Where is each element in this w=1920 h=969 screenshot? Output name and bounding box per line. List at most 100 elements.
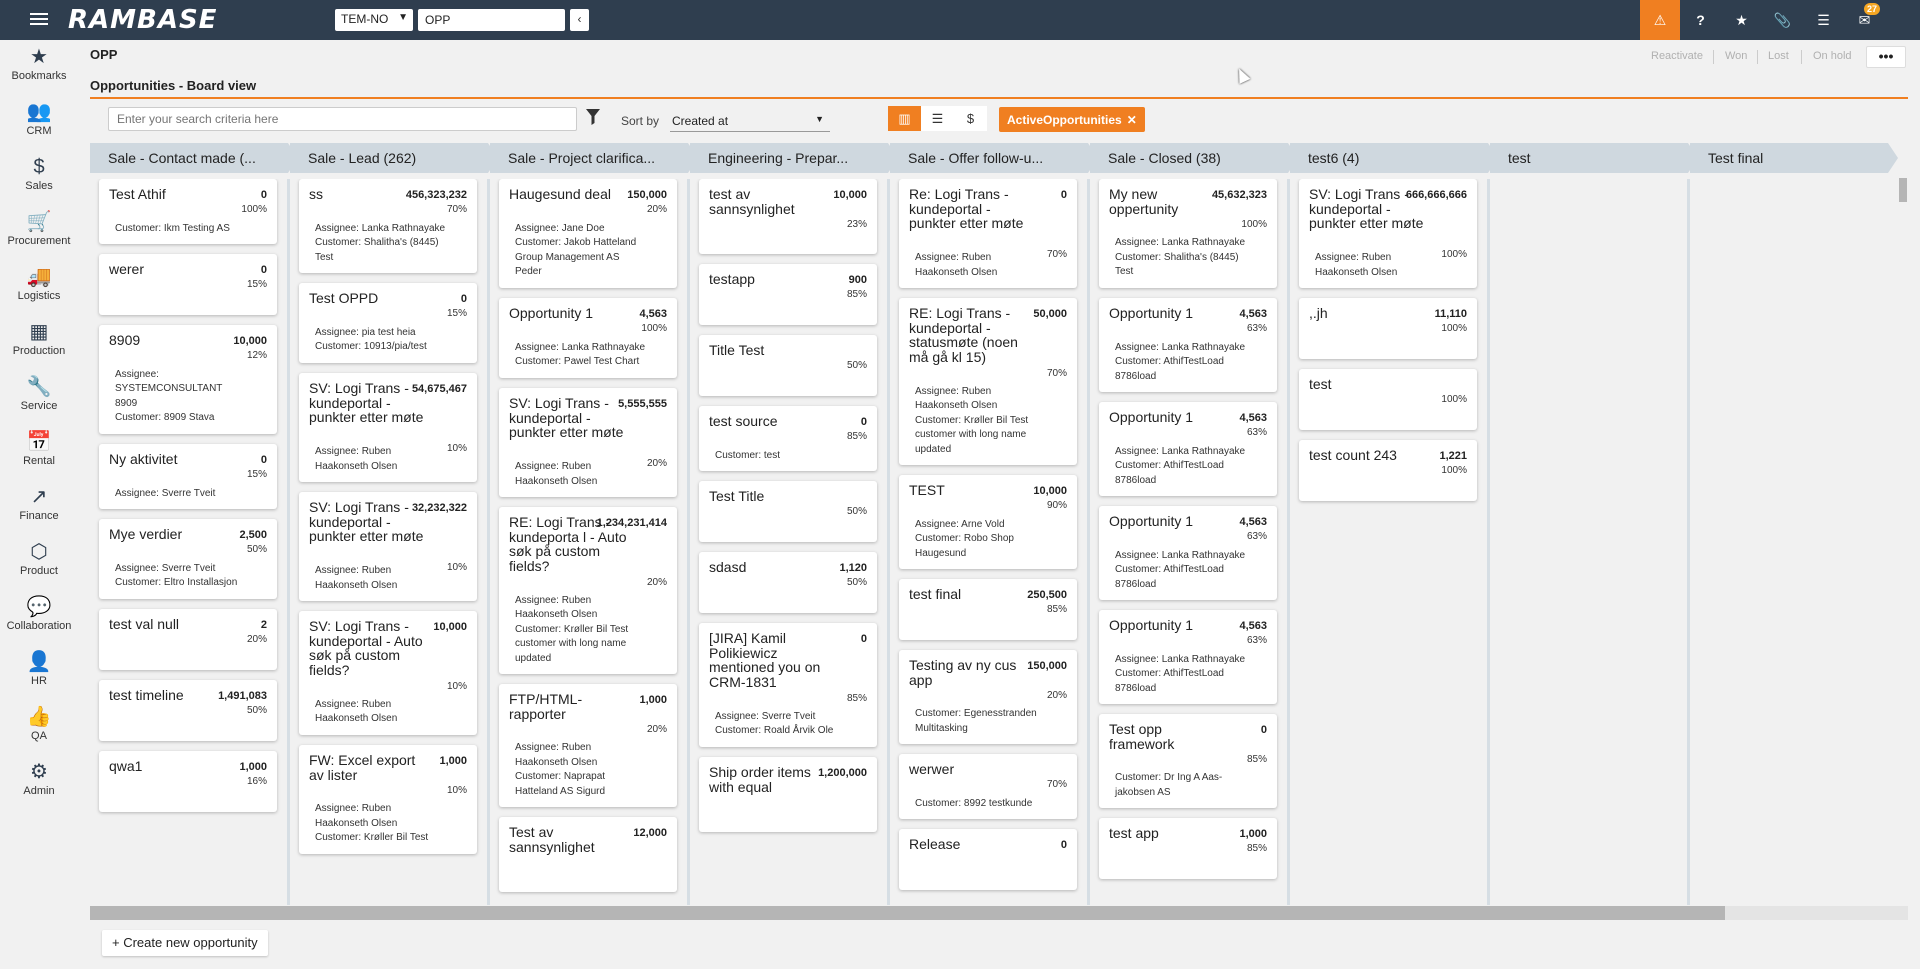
opportunity-card[interactable]: Opportunity 1 4,563 100% Assignee: Lanka Ra…	[499, 298, 677, 378]
opportunity-card[interactable]: Ship order items with equal 1,200,000	[699, 757, 877, 833]
card-details: Assignee: SYSTEMCONSULTANT 8909 Customer:…	[109, 368, 247, 426]
opportunity-card[interactable]: werwer 70% Customer: 8992 testkunde	[899, 754, 1077, 820]
card-spacer	[709, 429, 867, 449]
active-filter-chip[interactable]: ActiveOpportunities ✕	[999, 107, 1145, 132]
opportunity-card[interactable]: ,.jh 11,110 100%	[1299, 298, 1477, 359]
sidebar-item-finance[interactable]: ↗ Finance	[0, 484, 78, 538]
opportunity-card[interactable]: My new oppertunity 45,632,323 100% Assignee…	[1099, 179, 1277, 288]
vertical-scrollbar-thumb[interactable]	[1899, 178, 1907, 202]
opportunity-card[interactable]: Opportunity 1 4,563 63% Assignee: Lanka Rat…	[1099, 610, 1277, 705]
sidebar-item-bookmarks[interactable]: ★ Bookmarks	[0, 44, 78, 98]
lost-button[interactable]: Lost	[1768, 50, 1789, 62]
company-select[interactable]: TEM-NO ▼	[335, 9, 413, 31]
paperclip-icon[interactable]: 📎	[1762, 0, 1803, 40]
card-details: Assignee: Ruben Haakonseth Olsen	[509, 460, 647, 489]
sort-select[interactable]: Created at ▼	[670, 110, 830, 132]
card-amount: 150,000	[627, 189, 667, 201]
on-hold-button[interactable]: On hold	[1813, 50, 1852, 62]
opportunity-card[interactable]: 8909 10,000 12% Assignee: SYSTEMCONSULTANT …	[99, 325, 277, 434]
opportunity-card[interactable]: RE: Logi Trans - kundeporta l - Auto søk…	[499, 507, 677, 675]
list-icon[interactable]: ☰	[1803, 0, 1844, 40]
star-icon[interactable]: ★	[1721, 0, 1762, 40]
opportunity-card[interactable]: Test opp framework 0 85% Customer: Dr Ing A…	[1099, 714, 1277, 809]
sidebar-item-admin[interactable]: ⚙ Admin	[0, 759, 78, 813]
opportunity-card[interactable]: werer 0 15%	[99, 254, 277, 315]
sidebar-item-qa[interactable]: 👍 QA	[0, 704, 78, 758]
column-header[interactable]: Engineering - Prepar...	[690, 143, 898, 173]
value-view-button[interactable]: $	[954, 106, 987, 131]
opportunity-card[interactable]: SV: Logi Trans - kundeportal - Auto søk …	[299, 611, 477, 735]
opportunity-card[interactable]: test timeline 1,491,083 50%	[99, 680, 277, 741]
card-probability: 20%	[646, 204, 667, 215]
opportunity-card[interactable]: SV: Logi Trans - kundeportal - punkter e…	[299, 492, 477, 602]
close-icon[interactable]: ✕	[1127, 113, 1137, 127]
sidebar-item-service[interactable]: 🔧 Service	[0, 374, 78, 428]
card-detail-line: Assignee: Ruben Haakonseth Olsen	[315, 565, 398, 591]
opportunity-card[interactable]: SV: Logi Trans - kundeportal - punkter e…	[299, 373, 477, 483]
sidebar-item-production[interactable]: ▦ Production	[0, 319, 78, 373]
opportunity-card[interactable]: Opportunity 1 4,563 63% Assignee: Lanka Rat…	[1099, 402, 1277, 497]
opportunity-card[interactable]: Re: Logi Trans - kundeportal - punkter e…	[899, 179, 1077, 289]
list-view-button[interactable]: ☰	[921, 106, 954, 131]
sidebar-item-logistics[interactable]: 🚚 Logistics	[0, 264, 78, 318]
column-header[interactable]: Sale - Project clarifica...	[490, 143, 698, 173]
opportunity-card[interactable]: Opportunity 1 4,563 63% Assignee: Lanka Rat…	[1099, 506, 1277, 601]
sidebar-item-hr[interactable]: 👤 HR	[0, 649, 78, 703]
opportunity-card[interactable]: test final 250,500 85%	[899, 579, 1077, 640]
board-view-button[interactable]: ▥	[888, 106, 921, 131]
help-icon[interactable]: ?	[1680, 0, 1721, 40]
opportunity-card[interactable]: test source 0 85% Customer: test	[699, 406, 877, 472]
opportunity-card[interactable]: ss 456,323,232 70% Assignee: Lanka Rathnaya…	[299, 179, 477, 274]
opportunity-card[interactable]: FTP/HTML-rapporter 1,000 20% Assignee: Rube…	[499, 684, 677, 808]
opportunity-card[interactable]: [JIRA] Kamil Polikiewicz mentioned you o…	[699, 623, 877, 747]
opportunity-card[interactable]: Title Test 50%	[699, 335, 877, 396]
opportunity-card[interactable]: sdasd 1,120 50%	[699, 552, 877, 613]
alert-icon[interactable]: ⚠	[1640, 0, 1680, 40]
opportunity-card[interactable]: test count 243 1,221 100%	[1299, 440, 1477, 501]
reactivate-button[interactable]: Reactivate	[1651, 50, 1703, 62]
opportunity-card[interactable]: FW: Excel export av lister 1,000 10% Assign…	[299, 745, 477, 854]
opportunity-card[interactable]: Release 0	[899, 829, 1077, 890]
opportunity-card[interactable]: test 100%	[1299, 369, 1477, 430]
opportunity-card[interactable]: test av sannsynlighet 10,000 23%	[699, 179, 877, 255]
filter-icon[interactable]	[586, 109, 600, 127]
sidebar-item-sales[interactable]: $ Sales	[0, 154, 78, 208]
opportunity-card[interactable]: Opportunity 1 4,563 63% Assignee: Lanka Rat…	[1099, 298, 1277, 393]
opportunity-card[interactable]: testapp 900 85%	[699, 264, 877, 325]
opportunity-card[interactable]: RE: Logi Trans - kundeportal - statusmøt…	[899, 298, 1077, 466]
column-header[interactable]: Test final	[1690, 143, 1898, 173]
opportunity-card[interactable]: Mye verdier 2,500 50% Assignee: Sverre Tvei…	[99, 519, 277, 599]
column-header[interactable]: test	[1490, 143, 1698, 173]
opportunity-card[interactable]: TEST 10,000 90% Assignee: Arne Vold Customer…	[899, 475, 1077, 570]
opportunity-card[interactable]: test val null 2 20%	[99, 609, 277, 670]
opportunity-card[interactable]: Ny aktivitet 0 15% Assignee: Sverre Tveit	[99, 444, 277, 510]
program-input[interactable]	[418, 9, 565, 31]
opportunity-card[interactable]: Test av sannsynlighet 12,000	[499, 817, 677, 893]
opportunity-card[interactable]: Haugesund deal 150,000 20% Assignee: Jane D…	[499, 179, 677, 288]
sidebar-item-rental[interactable]: 📅 Rental	[0, 429, 78, 483]
opportunity-card[interactable]: SV: Logi Trans - kundeportal - punkter e…	[1299, 179, 1477, 289]
column-header[interactable]: Sale - Offer follow-u...	[890, 143, 1098, 173]
column-header[interactable]: Sale - Lead (262)	[290, 143, 498, 173]
opportunity-card[interactable]: Test Title 50%	[699, 481, 877, 542]
search-input[interactable]	[108, 107, 577, 131]
column-header[interactable]: Sale - Closed (38)	[1090, 143, 1298, 173]
opportunity-card[interactable]: Testing av ny cus app 150,000 20% Customer:…	[899, 650, 1077, 745]
column-header[interactable]: test6 (4)	[1290, 143, 1498, 173]
won-button[interactable]: Won	[1725, 50, 1747, 62]
more-button[interactable]: •••	[1866, 46, 1906, 68]
create-opportunity-button[interactable]: + Create new opportunity	[102, 930, 268, 956]
scrollbar-thumb[interactable]	[90, 906, 1725, 920]
sidebar-item-product[interactable]: ⬡ Product	[0, 539, 78, 593]
sidebar-item-procurement[interactable]: 🛒 Procurement	[0, 209, 78, 263]
opportunity-card[interactable]: test app 1,000 85%	[1099, 818, 1277, 879]
opportunity-card[interactable]: qwa1 1,000 16%	[99, 751, 277, 812]
opportunity-card[interactable]: Test OPPD 0 15% Assignee: pia test heia Cust…	[299, 283, 477, 363]
opportunity-card[interactable]: Test Athif 0 100% Customer: Ikm Testing AS	[99, 179, 277, 245]
back-button[interactable]: ‹	[570, 9, 589, 31]
opportunity-card[interactable]: SV: Logi Trans - kundeportal - punkter e…	[499, 388, 677, 498]
sidebar-item-collaboration[interactable]: 💬 Collaboration	[0, 594, 78, 648]
menu-icon[interactable]	[30, 10, 48, 28]
column-header[interactable]: Sale - Contact made (...	[90, 143, 298, 173]
sidebar-item-crm[interactable]: 👥 CRM	[0, 99, 78, 153]
